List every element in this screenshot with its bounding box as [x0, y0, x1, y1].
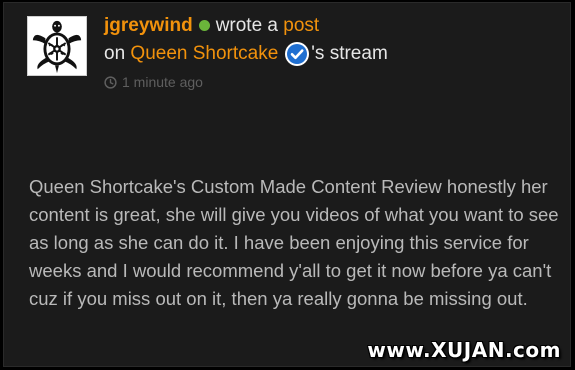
stream-suffix: 's stream	[311, 43, 388, 64]
stream-line: on Queen Shortcake 's stream	[104, 41, 388, 67]
on-text: on	[104, 43, 126, 64]
timestamp-text: 1 minute ago	[122, 74, 203, 90]
watermark: www.XUJAN.com	[367, 338, 561, 362]
verified-badge-icon	[285, 42, 310, 66]
action-text: wrote a	[215, 15, 278, 36]
post-body: Queen Shortcake's Custom Made Content Re…	[29, 176, 559, 309]
author-avatar[interactable]	[27, 16, 87, 76]
clock-icon	[104, 75, 117, 89]
post-timestamp[interactable]: 1 minute ago	[104, 73, 203, 91]
post-card: jgreywind wrote a post on Queen Shortcake…	[3, 2, 571, 367]
turtle-avatar-icon	[28, 17, 86, 75]
online-status-icon	[198, 19, 210, 31]
author-link[interactable]: jgreywind	[104, 15, 193, 36]
post-header-line: jgreywind wrote a post	[104, 14, 319, 38]
post-link[interactable]: post	[283, 15, 319, 36]
stream-owner-link[interactable]: Queen Shortcake	[130, 41, 278, 67]
